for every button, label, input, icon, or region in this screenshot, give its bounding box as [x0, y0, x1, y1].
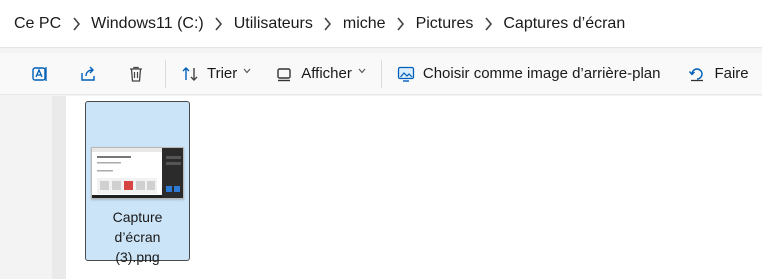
delete-icon: [130, 66, 142, 82]
rotate-button[interactable]: Faire: [682, 58, 754, 90]
chevron-down-icon: [243, 68, 251, 73]
rotate-label: Faire: [714, 65, 749, 82]
view-label: Afficher: [301, 65, 352, 82]
desktop-background-icon: [397, 66, 415, 82]
chevron-right-icon[interactable]: [315, 14, 341, 34]
breadcrumb-item-drive[interactable]: Windows11 (C:): [89, 11, 206, 37]
view-button[interactable]: Afficher: [269, 58, 372, 90]
share-button[interactable]: [68, 58, 108, 90]
sort-icon: [182, 66, 198, 81]
view-icon: [277, 67, 291, 81]
toolbar-separator: [380, 59, 382, 88]
delete-button[interactable]: [116, 58, 156, 90]
share-icon: [81, 66, 95, 81]
rotate-icon: [689, 67, 704, 81]
sort-label: Trier: [207, 65, 238, 82]
chevron-right-icon[interactable]: [206, 14, 232, 34]
breadcrumb-item-ce-pc[interactable]: Ce PC: [12, 11, 63, 37]
breadcrumb: Ce PC Windows11 (C:) Utilisateurs miche …: [0, 0, 762, 48]
set-background-label: Choisir comme image d’arrière-plan: [422, 65, 661, 82]
pane-resize-handle[interactable]: [52, 96, 66, 279]
file-name-line: (3).png: [115, 249, 160, 265]
set-background-button[interactable]: Choisir comme image d’arrière-plan: [391, 58, 667, 90]
toolbar-separator: [165, 59, 166, 88]
chevron-right-icon[interactable]: [63, 14, 89, 34]
breadcrumb-item-screenshots[interactable]: Captures d’écran: [501, 11, 627, 37]
file-list[interactable]: Capture d’écran (3).png: [66, 96, 762, 279]
chevron-right-icon[interactable]: [475, 14, 501, 34]
chevron-down-icon: [358, 68, 366, 73]
image-thumbnail: [91, 147, 184, 199]
navigation-pane[interactable]: [0, 96, 52, 279]
sort-button[interactable]: Trier: [175, 58, 257, 90]
chevron-right-icon[interactable]: [388, 14, 414, 34]
file-name: Capture d’écran (3).png: [86, 207, 189, 267]
command-bar: Trier Afficher Choisir comme image d’arr…: [0, 53, 762, 95]
file-name-line: Capture: [112, 209, 163, 225]
breadcrumb-item-user[interactable]: miche: [341, 11, 388, 37]
file-name-line: d’écran: [114, 229, 161, 245]
breadcrumb-item-users[interactable]: Utilisateurs: [232, 11, 315, 37]
breadcrumb-item-pictures[interactable]: Pictures: [414, 11, 476, 37]
rename-icon: [32, 66, 47, 81]
file-item[interactable]: Capture d’écran (3).png: [85, 101, 190, 265]
rename-button[interactable]: [20, 58, 60, 90]
